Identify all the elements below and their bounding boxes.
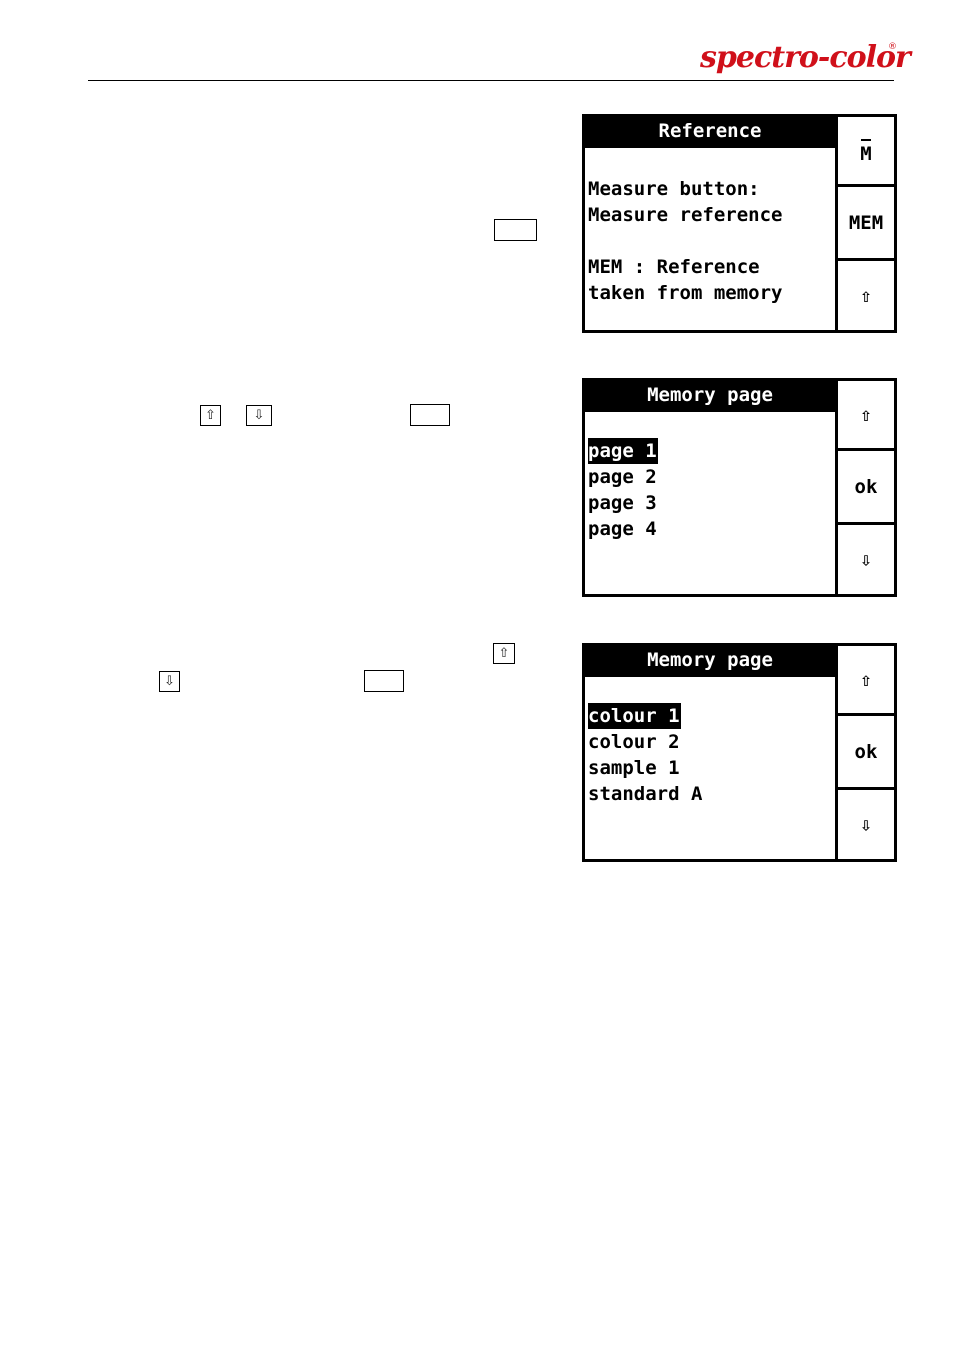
list-item[interactable]: page 3 bbox=[588, 490, 835, 516]
up-key[interactable]: ⇧ bbox=[838, 381, 894, 451]
lcd-display: Reference Measure button: Measure refere… bbox=[585, 117, 838, 330]
lcd-line bbox=[588, 677, 835, 703]
down-arrow-icon: ⇩ bbox=[860, 548, 872, 571]
mem-key[interactable]: MEM bbox=[838, 187, 894, 261]
m-overbar-icon: M bbox=[860, 137, 872, 165]
up-arrow-icon: ⇧ bbox=[205, 408, 216, 423]
ok-key-label: ok bbox=[854, 475, 878, 498]
lcd-display: Memory page colour 1 colour 2 sample 1 s… bbox=[585, 646, 838, 859]
lcd-memory-entries-screen: Memory page colour 1 colour 2 sample 1 s… bbox=[582, 643, 897, 862]
list-item[interactable]: sample 1 bbox=[588, 755, 835, 781]
down-arrow-icon: ⇩ bbox=[253, 408, 265, 423]
selected-item: colour 1 bbox=[588, 703, 681, 729]
down-arrow-icon: ⇩ bbox=[860, 813, 872, 836]
down-key[interactable]: ⇩ bbox=[838, 790, 894, 859]
lcd-line bbox=[588, 412, 835, 438]
lcd-title: Reference bbox=[585, 117, 835, 148]
inline-key-blank-2 bbox=[410, 404, 450, 426]
up-arrow-icon: ⇧ bbox=[860, 403, 872, 426]
brand-logo-text: spectro-color bbox=[700, 40, 911, 75]
inline-key-up: ⇧ bbox=[200, 405, 221, 426]
header-divider bbox=[88, 80, 894, 81]
inline-key-blank-1 bbox=[494, 219, 537, 241]
lcd-line: taken from memory bbox=[588, 282, 783, 304]
list-item[interactable]: page 1 bbox=[588, 438, 835, 464]
up-key[interactable]: ⇧ bbox=[838, 646, 894, 716]
lcd-softkeys: M MEM ⇧ bbox=[838, 117, 894, 330]
lcd-body: Measure button: Measure reference MEM : … bbox=[585, 148, 835, 306]
lcd-title: Memory page bbox=[585, 646, 835, 677]
lcd-list: page 1 page 2 page 3 page 4 bbox=[585, 412, 835, 542]
lcd-line bbox=[588, 148, 835, 176]
inline-key-up-2: ⇧ bbox=[493, 643, 515, 664]
lcd-line: Measure reference bbox=[588, 204, 783, 226]
measure-mean-key[interactable]: M bbox=[838, 117, 894, 187]
ok-key-label: ok bbox=[854, 740, 878, 763]
registered-mark: ® bbox=[888, 42, 897, 52]
list-item[interactable]: colour 2 bbox=[588, 729, 835, 755]
selected-item: page 1 bbox=[588, 438, 658, 464]
list-item[interactable]: standard A bbox=[588, 781, 835, 807]
list-item[interactable]: page 4 bbox=[588, 516, 835, 542]
up-arrow-icon: ⇧ bbox=[860, 284, 872, 307]
up-arrow-icon: ⇧ bbox=[498, 646, 510, 661]
lcd-display: Memory page page 1 page 2 page 3 page 4 bbox=[585, 381, 838, 594]
lcd-title: Memory page bbox=[585, 381, 835, 412]
list-item[interactable]: page 2 bbox=[588, 464, 835, 490]
inline-key-blank-3 bbox=[364, 670, 404, 692]
brand-logo: spectro-color ® bbox=[700, 40, 911, 80]
lcd-softkeys: ⇧ ok ⇩ bbox=[838, 646, 894, 859]
lcd-softkeys: ⇧ ok ⇩ bbox=[838, 381, 894, 594]
lcd-line: Measure button: bbox=[588, 178, 760, 200]
inline-key-down-2: ⇩ bbox=[159, 671, 180, 692]
ok-key[interactable]: ok bbox=[838, 716, 894, 790]
up-arrow-icon: ⇧ bbox=[860, 668, 872, 691]
lcd-line: MEM : Reference bbox=[588, 256, 760, 278]
ok-key[interactable]: ok bbox=[838, 451, 894, 525]
down-arrow-icon: ⇩ bbox=[164, 674, 175, 689]
inline-key-down: ⇩ bbox=[246, 405, 272, 426]
lcd-memory-page-screen: Memory page page 1 page 2 page 3 page 4 … bbox=[582, 378, 897, 597]
lcd-list: colour 1 colour 2 sample 1 standard A bbox=[585, 677, 835, 807]
up-key[interactable]: ⇧ bbox=[838, 261, 894, 330]
mem-key-label: MEM bbox=[848, 211, 884, 234]
down-key[interactable]: ⇩ bbox=[838, 525, 894, 594]
lcd-reference-screen: Reference Measure button: Measure refere… bbox=[582, 114, 897, 333]
lcd-line bbox=[588, 228, 835, 254]
list-item[interactable]: colour 1 bbox=[588, 703, 835, 729]
